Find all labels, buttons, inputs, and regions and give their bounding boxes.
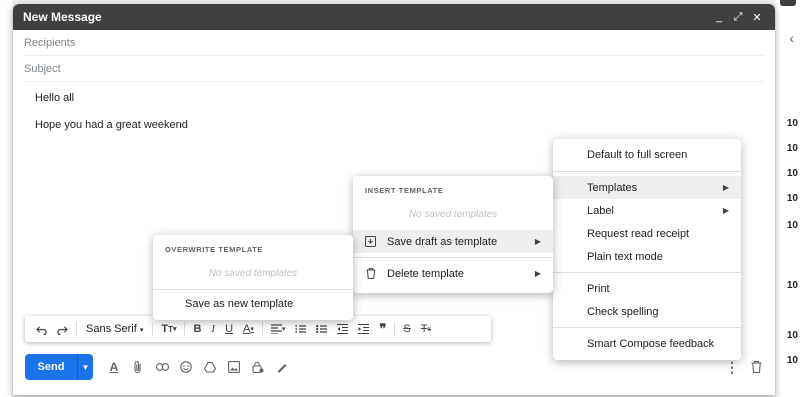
delete-draft-icon[interactable]	[747, 358, 765, 376]
menu-item-default-full-screen[interactable]: Default to full screen	[553, 143, 741, 167]
indent-less-icon[interactable]	[337, 324, 349, 334]
divider	[553, 171, 741, 172]
background-date: 10	[786, 280, 798, 291]
undo-icon[interactable]	[36, 324, 47, 335]
menu-item-label: Save draft as template	[387, 235, 498, 248]
background-page-left	[0, 0, 12, 397]
text-color-icon[interactable]: A ▾	[243, 323, 254, 335]
bulleted-list-icon[interactable]	[316, 324, 328, 334]
menu-item-print[interactable]: Print	[553, 277, 741, 300]
menu-item-label: Templates	[587, 181, 638, 194]
font-select[interactable]: Sans Serif ▾	[86, 323, 143, 335]
divider	[261, 322, 263, 336]
dropdown-arrow-icon: ▾	[139, 327, 144, 334]
font-select-label: Sans Serif	[86, 323, 137, 335]
menu-item-read-receipt[interactable]: Request read receipt	[553, 222, 741, 245]
background-avatar	[780, 0, 796, 6]
menu-item-label: Check spelling	[587, 305, 659, 318]
emoji-icon[interactable]	[177, 358, 195, 376]
chevron-right-icon: ▶	[722, 183, 729, 192]
formatting-options-icon[interactable]: A	[105, 358, 123, 376]
chevron-left-icon[interactable]: ‹	[789, 30, 794, 46]
menu-item-check-spelling[interactable]: Check spelling	[553, 300, 741, 323]
no-templates-text: No saved templates	[408, 209, 498, 220]
menu-item-smart-compose-feedback[interactable]: Smart Compose feedback	[553, 332, 741, 355]
bottom-right-actions: ⋮	[717, 358, 765, 376]
chevron-right-icon: ▶	[722, 206, 729, 215]
more-options-menu: Default to full screen Templates ▶ Label ▶…	[553, 139, 741, 360]
menu-item-label: Default to full screen	[587, 149, 688, 161]
background-date: 10	[786, 193, 798, 204]
menu-item-save-draft-as-template[interactable]: Save draft as template ▶	[353, 230, 553, 253]
menu-item-label: Save as new template	[185, 297, 294, 310]
compose-title-bar: New Message _ ⤢ ✕	[13, 4, 775, 30]
overwrite-template-header: OVERWRITE TEMPLATE	[165, 245, 264, 254]
minimize-icon[interactable]: _	[711, 11, 727, 23]
close-icon[interactable]: ✕	[749, 11, 765, 24]
menu-item-label: Smart Compose feedback	[587, 337, 715, 350]
templates-menu: INSERT TEMPLATE No saved templates Save …	[353, 176, 553, 293]
recipients-input[interactable]	[24, 36, 764, 49]
subject-row	[24, 56, 764, 82]
confidential-mode-icon[interactable]	[249, 358, 267, 376]
menu-item-delete-template[interactable]: Delete template ▶	[353, 262, 553, 285]
quote-icon[interactable]: ❞	[379, 321, 386, 337]
insert-template-header: INSERT TEMPLATE	[365, 186, 444, 195]
bold-icon[interactable]: B	[193, 323, 201, 335]
align-icon[interactable]: ▾	[270, 324, 285, 334]
send-options-icon[interactable]: ▼	[77, 354, 93, 380]
divider	[553, 272, 741, 273]
divider	[76, 322, 77, 336]
divider	[152, 322, 154, 336]
redo-icon[interactable]	[57, 324, 68, 335]
overwrite-template-menu: OVERWRITE TEMPLATE No saved templates Sa…	[153, 235, 353, 320]
remove-formatting-icon[interactable]: Tx	[421, 323, 431, 335]
strikethrough-icon[interactable]: S	[403, 323, 410, 335]
menu-item-label[interactable]: Label ▶	[553, 199, 741, 222]
more-options-icon[interactable]: ⋮	[723, 358, 741, 376]
chevron-right-icon: ▶	[534, 237, 541, 246]
signature-icon[interactable]	[273, 358, 291, 376]
delete-icon	[365, 268, 376, 279]
expand-icon[interactable]: ⤢	[730, 11, 746, 24]
background-date: 10	[786, 330, 798, 341]
divider	[184, 322, 186, 336]
italic-icon[interactable]: I	[211, 323, 215, 335]
menu-item-label: Label	[587, 204, 614, 217]
menu-item-label: Print	[587, 282, 610, 295]
body-line: Hello all	[35, 92, 75, 104]
indent-more-icon[interactable]	[358, 324, 370, 334]
font-size-icon[interactable]: T T ▾	[161, 323, 176, 335]
background-page-right: ‹ 10 10 10 10 10 10 10 10	[776, 0, 800, 397]
background-date: 10	[786, 143, 798, 154]
background-date: 10	[786, 220, 798, 231]
insert-photo-icon[interactable]	[225, 358, 243, 376]
divider	[553, 327, 741, 328]
attach-file-icon[interactable]	[129, 358, 147, 376]
numbered-list-icon[interactable]	[295, 324, 307, 334]
underline-icon[interactable]: U	[225, 323, 233, 335]
menu-item-label: Delete template	[387, 267, 465, 280]
menu-item-label: Request read receipt	[587, 227, 690, 240]
menu-item-plain-text[interactable]: Plain text mode	[553, 245, 741, 268]
background-date: 10	[786, 118, 798, 129]
background-date: 10	[786, 168, 798, 179]
subject-input[interactable]	[24, 62, 764, 75]
send-button[interactable]: Send ▼	[25, 354, 93, 380]
google-drive-icon[interactable]	[201, 358, 219, 376]
body-line: Hope you had a great weekend	[35, 119, 188, 131]
recipients-row	[24, 30, 764, 56]
divider	[353, 257, 553, 258]
menu-item-save-as-new-template[interactable]: Save as new template	[153, 290, 353, 317]
divider	[394, 322, 396, 336]
no-templates-text: No saved templates	[208, 268, 298, 279]
send-button-label: Send	[37, 361, 65, 373]
background-date: 10	[786, 355, 798, 366]
insert-link-icon[interactable]	[153, 358, 171, 376]
chevron-right-icon: ▶	[534, 269, 541, 278]
compose-title: New Message	[23, 10, 102, 24]
menu-item-templates[interactable]: Templates ▶	[553, 176, 741, 199]
menu-item-label: Plain text mode	[587, 250, 663, 263]
save-template-icon	[365, 236, 376, 247]
